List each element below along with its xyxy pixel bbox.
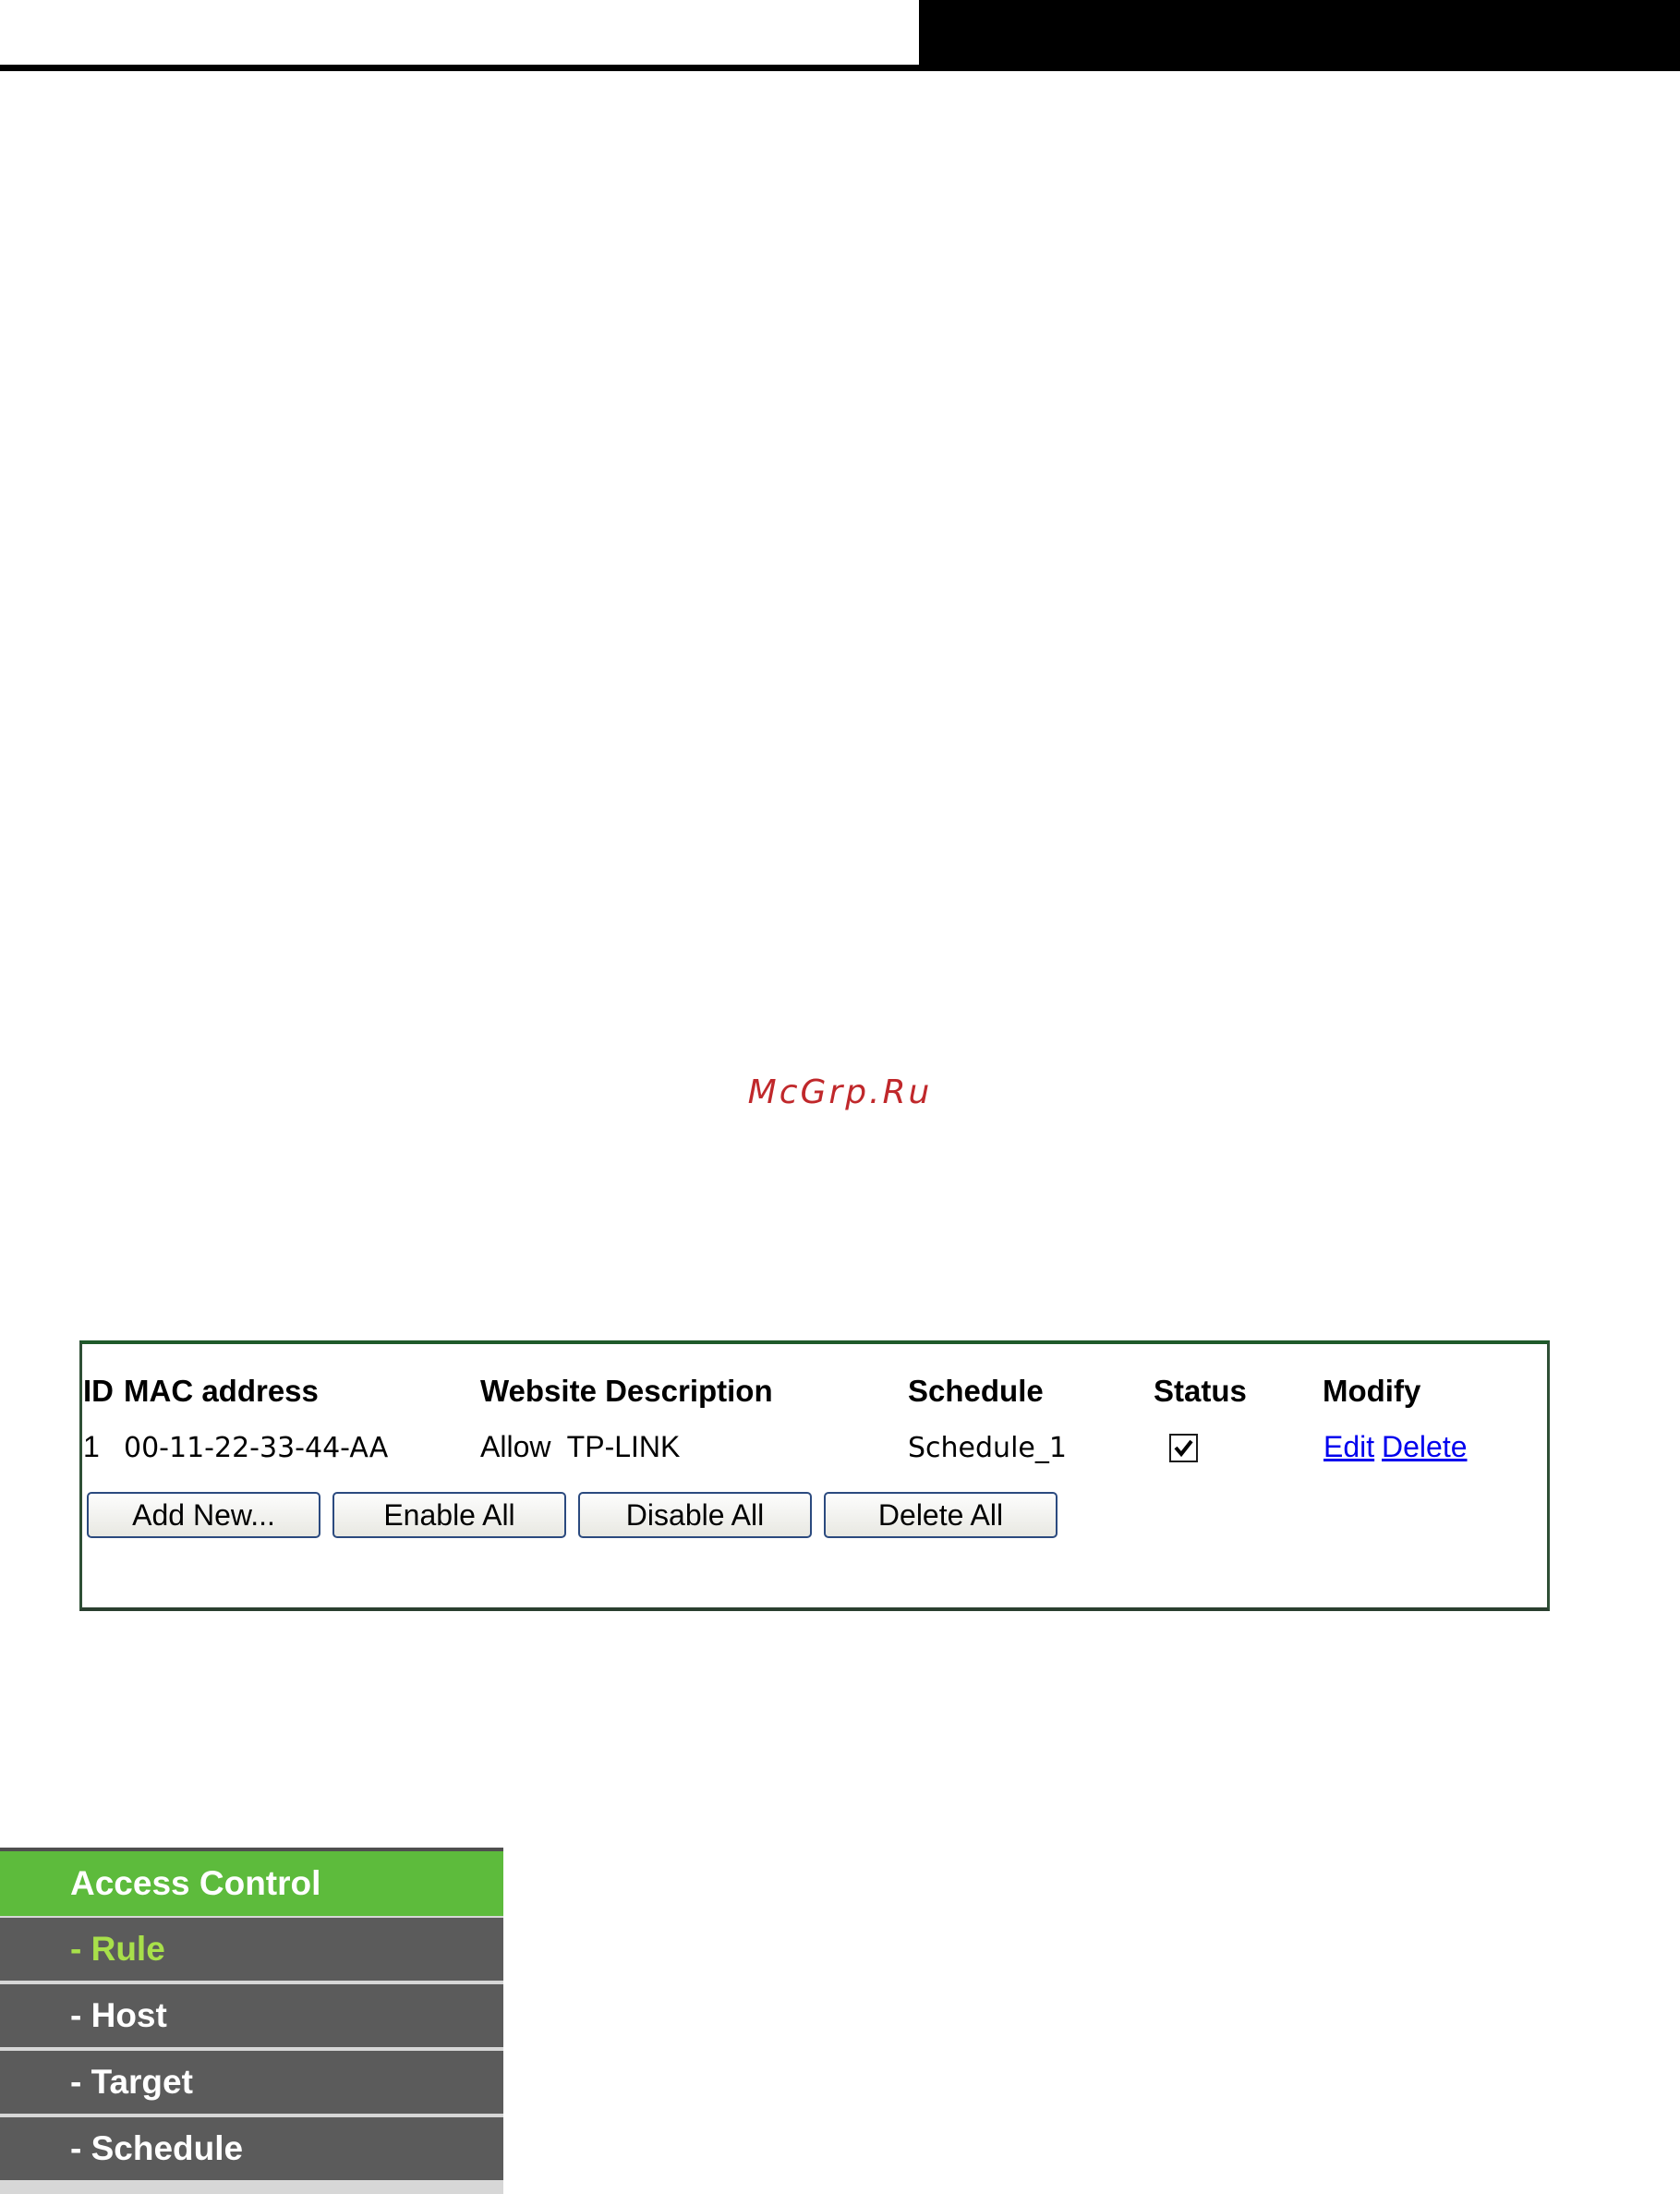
column-header-modify: Modify	[1323, 1374, 1421, 1408]
column-header-schedule: Schedule	[908, 1374, 1044, 1408]
access-control-rule-table: ID MAC address Website Description Sched…	[79, 1340, 1550, 1611]
column-header-website-description: Website Description	[480, 1374, 773, 1408]
access-control-menu: Access Control - Rule - Host - Target - …	[0, 1848, 503, 2194]
rule-schedule-cell: Schedule_1	[908, 1432, 1067, 1464]
rule-id-cell: 1	[83, 1430, 100, 1463]
checkmark-icon	[1174, 1439, 1193, 1458]
rule-mac-cell: 00-11-22-33-44-AA	[124, 1432, 389, 1464]
add-new-button[interactable]: Add New...	[87, 1492, 320, 1538]
menu-item-access-control[interactable]: Access Control	[0, 1851, 503, 1916]
menu-item-host[interactable]: - Host	[0, 1984, 503, 2047]
disable-all-button[interactable]: Disable All	[578, 1492, 812, 1538]
header-block	[919, 0, 1680, 71]
watermark-text: McGrp.Ru	[747, 1073, 933, 1111]
column-header-mac-address: MAC address	[124, 1374, 319, 1408]
delete-rule-link[interactable]: Delete	[1382, 1430, 1468, 1464]
column-header-status: Status	[1154, 1374, 1247, 1408]
delete-all-button[interactable]: Delete All	[824, 1492, 1058, 1538]
enable-all-button[interactable]: Enable All	[332, 1492, 566, 1538]
edit-rule-link[interactable]: Edit	[1323, 1430, 1374, 1464]
header-rule	[0, 65, 919, 71]
rule-status-checkbox[interactable]	[1169, 1434, 1198, 1462]
menu-item-target[interactable]: - Target	[0, 2051, 503, 2114]
column-header-id: ID	[83, 1374, 114, 1408]
menu-item-rule[interactable]: - Rule	[0, 1918, 503, 1981]
menu-item-schedule[interactable]: - Schedule	[0, 2117, 503, 2180]
rule-description-cell: Allow TP-LINK	[480, 1430, 681, 1463]
